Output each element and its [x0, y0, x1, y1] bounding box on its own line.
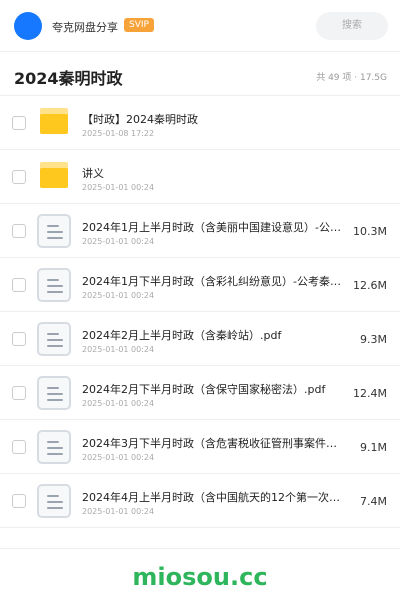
item-name: 2024年2月上半月时政（含秦岭站）.pdf [82, 329, 282, 342]
document-icon [37, 376, 71, 410]
item-size: 9.1M [360, 441, 387, 454]
list-item[interactable]: 2024年4月上半月时政（含中国航天的12个第一次）.pdf 2025-01-0… [0, 474, 400, 528]
item-date: 2025-01-01 00:24 [82, 453, 155, 462]
item-name: 2024年4月上半月时政（含中国航天的12个第一次）.pdf [82, 491, 344, 504]
row-checkbox[interactable] [12, 224, 26, 238]
list-item[interactable]: 2024年1月上半月时政（含美丽中国建设意见）-公考秦明.pdf 2025-01… [0, 204, 400, 258]
row-checkbox[interactable] [12, 116, 26, 130]
item-date: 2025-01-01 00:24 [82, 345, 155, 354]
list-item[interactable]: 2024年3月下半月时政（含危害税收征管刑事案件司法解释）.pdf 2025-0… [0, 420, 400, 474]
top-bar: 夸克网盘分享 SVIP 搜索 [0, 0, 400, 52]
row-checkbox[interactable] [12, 386, 26, 400]
footer: miosou.cc [0, 548, 400, 600]
document-icon [37, 214, 71, 248]
item-name: 2024年1月下半月时政（含彩礼纠纷意见）-公考秦明.pdf [82, 275, 344, 288]
item-date: 2025-01-01 00:24 [82, 507, 155, 516]
file-list: 【时政】2024秦明时政 2025-01-08 17:22 讲义 2025-01… [0, 96, 400, 528]
item-date: 2025-01-01 00:24 [82, 183, 155, 192]
search-input[interactable]: 搜索 [316, 12, 388, 40]
folder-header: 2024秦明时政 共 49 项 · 17.5G [0, 52, 400, 96]
row-checkbox[interactable] [12, 278, 26, 292]
item-name: 讲义 [82, 167, 104, 180]
item-size: 10.3M [353, 225, 387, 238]
row-checkbox[interactable] [12, 494, 26, 508]
item-date: 2025-01-08 17:22 [82, 129, 155, 138]
item-name: 【时政】2024秦明时政 [82, 113, 198, 126]
row-checkbox[interactable] [12, 170, 26, 184]
row-checkbox[interactable] [12, 332, 26, 346]
document-icon [37, 430, 71, 464]
item-size: 9.3M [360, 333, 387, 346]
list-item[interactable]: 2024年2月上半月时政（含秦岭站）.pdf 2025-01-01 00:24 … [0, 312, 400, 366]
user-name: 夸克网盘分享 [52, 21, 118, 34]
document-icon [37, 322, 71, 356]
row-checkbox[interactable] [12, 440, 26, 454]
document-icon [37, 268, 71, 302]
avatar[interactable] [14, 12, 42, 40]
document-icon [37, 484, 71, 518]
list-item[interactable]: 讲义 2025-01-01 00:24 [0, 150, 400, 204]
item-name: 2024年3月下半月时政（含危害税收征管刑事案件司法解释）.pdf [82, 437, 344, 450]
site-watermark: miosou.cc [132, 563, 268, 591]
item-size: 12.6M [353, 279, 387, 292]
item-date: 2025-01-01 00:24 [82, 399, 155, 408]
folder-meta: 共 49 项 · 17.5G [316, 73, 387, 83]
item-name: 2024年1月上半月时政（含美丽中国建设意见）-公考秦明.pdf [82, 221, 344, 234]
item-size: 7.4M [360, 495, 387, 508]
list-item[interactable]: 2024年1月下半月时政（含彩礼纠纷意见）-公考秦明.pdf 2025-01-0… [0, 258, 400, 312]
item-date: 2025-01-01 00:24 [82, 237, 155, 246]
folder-icon [40, 108, 68, 134]
list-item[interactable]: 【时政】2024秦明时政 2025-01-08 17:22 [0, 96, 400, 150]
list-item[interactable]: 2024年2月下半月时政（含保守国家秘密法）.pdf 2025-01-01 00… [0, 366, 400, 420]
folder-icon [40, 162, 68, 188]
item-size: 12.4M [353, 387, 387, 400]
item-date: 2025-01-01 00:24 [82, 291, 155, 300]
item-name: 2024年2月下半月时政（含保守国家秘密法）.pdf [82, 383, 326, 396]
page-title: 2024秦明时政 [14, 69, 123, 88]
svip-badge: SVIP [124, 18, 154, 32]
